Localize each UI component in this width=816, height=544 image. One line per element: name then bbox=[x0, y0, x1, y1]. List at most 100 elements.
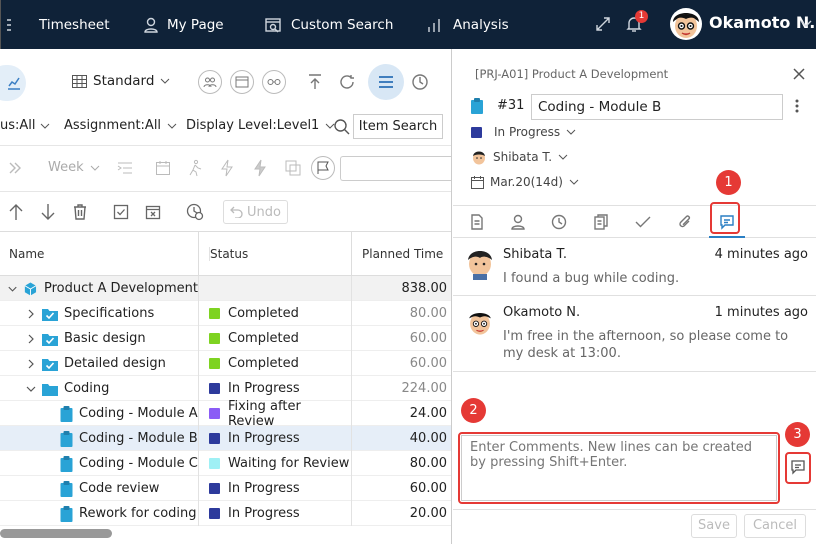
cell-planned-time[interactable]: 40.00 bbox=[351, 426, 451, 451]
nav-analysis[interactable]: Analysis bbox=[427, 0, 509, 49]
avatar bbox=[469, 313, 491, 335]
status-filter[interactable]: us:All bbox=[0, 118, 50, 133]
column-header-status[interactable]: Status bbox=[209, 247, 248, 261]
table-row[interactable]: Coding - Module A Fixing after Review 24.0… bbox=[0, 399, 451, 429]
clock-icon[interactable] bbox=[411, 73, 429, 91]
row-status: In Progress bbox=[228, 506, 300, 521]
table-row[interactable]: Detailed design Completed 60.00 bbox=[0, 351, 451, 376]
cell-planned-time[interactable]: 80.00 bbox=[351, 301, 451, 326]
bolt-outline-icon[interactable] bbox=[219, 159, 235, 177]
cell-status[interactable]: Completed bbox=[198, 326, 351, 351]
card-view-button[interactable] bbox=[230, 70, 254, 94]
chevron-down-icon[interactable] bbox=[6, 284, 19, 294]
table-row[interactable]: Rework for coding In Progress 20.00 bbox=[0, 501, 451, 526]
refresh-icon[interactable] bbox=[338, 73, 356, 91]
avatar[interactable] bbox=[668, 4, 704, 44]
calendar-icon[interactable] bbox=[155, 160, 171, 176]
bolt-icon[interactable] bbox=[252, 159, 268, 177]
glasses-button[interactable] bbox=[262, 70, 286, 94]
cell-status[interactable]: In Progress bbox=[198, 476, 351, 501]
view-select[interactable]: Standard bbox=[72, 73, 170, 89]
tab-checklist[interactable] bbox=[623, 206, 663, 238]
more-vertical-icon[interactable] bbox=[795, 99, 799, 113]
chevron-right-icon[interactable] bbox=[24, 334, 38, 344]
search-icon[interactable] bbox=[333, 118, 351, 136]
close-icon[interactable] bbox=[793, 68, 805, 80]
nav-custom-search[interactable]: Custom Search bbox=[265, 0, 393, 49]
cell-status[interactable]: In Progress bbox=[198, 501, 351, 526]
display-level-filter[interactable]: Display Level:Level1 bbox=[186, 118, 335, 133]
calendar-x-icon[interactable] bbox=[145, 204, 161, 220]
arrow-up-icon[interactable] bbox=[8, 203, 24, 221]
chevron-right-icon[interactable] bbox=[24, 309, 38, 319]
assignment-filter-value: Assignment:All bbox=[64, 118, 162, 133]
nav-timesheet[interactable]: Timesheet bbox=[7, 0, 110, 49]
cell-planned-time[interactable]: 24.00 bbox=[351, 401, 451, 426]
gantt-search-field[interactable] bbox=[340, 156, 451, 181]
tab-deliverables[interactable] bbox=[581, 206, 621, 238]
table-row[interactable]: Code review In Progress 60.00 bbox=[0, 476, 451, 501]
expand-icon[interactable] bbox=[595, 16, 611, 32]
tab-time[interactable] bbox=[539, 206, 579, 238]
cancel-button[interactable]: Cancel bbox=[744, 514, 806, 538]
flag-button[interactable] bbox=[311, 156, 335, 180]
walking-icon[interactable] bbox=[187, 159, 203, 177]
double-chevron-icon[interactable] bbox=[8, 161, 22, 175]
tab-members[interactable] bbox=[498, 206, 538, 238]
list-view-button[interactable] bbox=[368, 64, 404, 100]
nav-my-page[interactable]: My Page bbox=[143, 0, 224, 49]
cell-status[interactable]: Waiting for Review bbox=[198, 451, 351, 476]
period-select[interactable]: Week bbox=[48, 160, 100, 175]
cell-name: Rework for coding bbox=[0, 501, 198, 526]
cell-planned-time[interactable]: 60.00 bbox=[351, 476, 451, 501]
indent-icon[interactable] bbox=[117, 160, 133, 176]
chevron-down-icon[interactable] bbox=[800, 20, 812, 28]
horizontal-scrollbar[interactable] bbox=[0, 529, 112, 538]
cell-planned-time[interactable]: 20.00 bbox=[351, 501, 451, 526]
date-select[interactable]: Mar.20(14d) bbox=[471, 175, 579, 189]
checkbox-icon[interactable] bbox=[113, 204, 129, 220]
chart-view-button[interactable] bbox=[0, 65, 26, 101]
cell-planned-time[interactable]: 838.00 bbox=[351, 276, 451, 301]
cell-status[interactable]: Completed bbox=[198, 301, 351, 326]
members-button[interactable] bbox=[198, 70, 222, 94]
project-breadcrumb[interactable]: [PRJ-A01] Product A Development bbox=[475, 67, 668, 81]
save-button[interactable]: Save bbox=[691, 514, 737, 538]
cell-planned-time[interactable]: 60.00 bbox=[351, 326, 451, 351]
table-row[interactable]: Coding - Module C Waiting for Review 80.00 bbox=[0, 451, 451, 476]
grid-icon bbox=[7, 18, 11, 31]
column-header-name[interactable]: Name bbox=[9, 247, 44, 261]
comment-input[interactable] bbox=[461, 435, 777, 501]
assignee-select[interactable]: Shibata T. bbox=[471, 149, 568, 165]
copy-icon[interactable] bbox=[284, 159, 302, 177]
table-row[interactable]: Product A Development 838.00 bbox=[0, 276, 451, 301]
cell-status[interactable] bbox=[198, 276, 351, 301]
cell-planned-time[interactable]: 224.00 bbox=[351, 376, 451, 401]
column-header-planned-time[interactable]: Planned Time bbox=[362, 247, 443, 261]
post-comment-button[interactable] bbox=[790, 459, 806, 475]
table-row[interactable]: Basic design Completed 60.00 bbox=[0, 326, 451, 351]
chevron-down-icon[interactable] bbox=[24, 384, 38, 394]
arrow-down-icon[interactable] bbox=[40, 203, 56, 221]
status-select[interactable]: In Progress bbox=[471, 125, 576, 139]
table-row[interactable]: Coding In Progress 224.00 bbox=[0, 376, 451, 401]
cell-status[interactable]: Completed bbox=[198, 351, 351, 376]
cell-planned-time[interactable]: 80.00 bbox=[351, 451, 451, 476]
table-row[interactable]: Specifications Completed 80.00 bbox=[0, 301, 451, 326]
user-clock-icon[interactable] bbox=[186, 203, 204, 221]
cell-status[interactable]: In Progress bbox=[198, 376, 351, 401]
collapse-up-icon[interactable] bbox=[306, 73, 324, 91]
cell-planned-time[interactable]: 60.00 bbox=[351, 351, 451, 376]
tab-attachments[interactable] bbox=[665, 206, 705, 238]
tab-details[interactable] bbox=[457, 206, 497, 238]
item-search-button[interactable]: Item Search bbox=[353, 114, 443, 139]
nav-timesheet-label: Timesheet bbox=[39, 16, 110, 33]
trash-icon[interactable] bbox=[72, 203, 88, 221]
chevron-right-icon[interactable] bbox=[24, 359, 38, 369]
table-row[interactable]: Coding - Module B In Progress 40.00 bbox=[0, 426, 451, 451]
undo-button[interactable]: Undo bbox=[223, 200, 288, 224]
assignment-filter[interactable]: Assignment:All bbox=[64, 118, 177, 133]
task-title-input[interactable]: Coding - Module B bbox=[531, 94, 783, 120]
cell-status[interactable]: Fixing after Review bbox=[198, 399, 351, 429]
cell-status[interactable]: In Progress bbox=[198, 426, 351, 451]
